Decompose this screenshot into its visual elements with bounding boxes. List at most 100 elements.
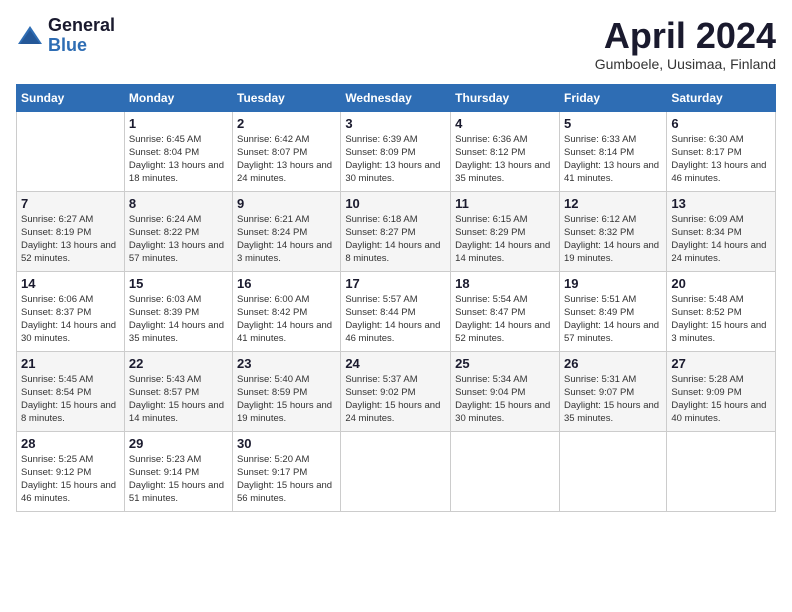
calendar-cell: 6 Sunrise: 6:30 AMSunset: 8:17 PMDaylight… bbox=[667, 111, 776, 191]
calendar-cell: 19 Sunrise: 5:51 AMSunset: 8:49 PMDayligh… bbox=[559, 271, 666, 351]
calendar-cell: 22 Sunrise: 5:43 AMSunset: 8:57 PMDayligh… bbox=[124, 351, 232, 431]
day-info: Sunrise: 6:39 AMSunset: 8:09 PMDaylight:… bbox=[345, 133, 446, 186]
day-number: 1 bbox=[129, 116, 228, 131]
calendar-cell: 10 Sunrise: 6:18 AMSunset: 8:27 PMDayligh… bbox=[341, 191, 451, 271]
logo-icon bbox=[16, 22, 44, 50]
weekday-header-monday: Monday bbox=[124, 84, 232, 111]
weekday-header-wednesday: Wednesday bbox=[341, 84, 451, 111]
calendar-cell: 23 Sunrise: 5:40 AMSunset: 8:59 PMDayligh… bbox=[233, 351, 341, 431]
day-info: Sunrise: 5:51 AMSunset: 8:49 PMDaylight:… bbox=[564, 293, 662, 346]
week-row-2: 7 Sunrise: 6:27 AMSunset: 8:19 PMDaylight… bbox=[17, 191, 776, 271]
weekday-header-thursday: Thursday bbox=[451, 84, 560, 111]
day-info: Sunrise: 6:18 AMSunset: 8:27 PMDaylight:… bbox=[345, 213, 446, 266]
calendar-cell: 27 Sunrise: 5:28 AMSunset: 9:09 PMDayligh… bbox=[667, 351, 776, 431]
calendar-cell: 11 Sunrise: 6:15 AMSunset: 8:29 PMDayligh… bbox=[451, 191, 560, 271]
calendar-cell: 1 Sunrise: 6:45 AMSunset: 8:04 PMDaylight… bbox=[124, 111, 232, 191]
calendar-cell: 8Sunrise: 6:24 AMSunset: 8:22 PMDaylight… bbox=[124, 191, 232, 271]
day-info: Sunrise: 5:28 AMSunset: 9:09 PMDaylight:… bbox=[671, 373, 771, 426]
week-row-5: 28 Sunrise: 5:25 AMSunset: 9:12 PMDayligh… bbox=[17, 431, 776, 511]
day-number: 7 bbox=[21, 196, 120, 211]
day-info: Sunrise: 6:21 AMSunset: 8:24 PMDaylight:… bbox=[237, 213, 336, 266]
day-info: Sunrise: 5:31 AMSunset: 9:07 PMDaylight:… bbox=[564, 373, 662, 426]
day-info: Sunrise: 5:40 AMSunset: 8:59 PMDaylight:… bbox=[237, 373, 336, 426]
day-number: 29 bbox=[129, 436, 228, 451]
logo-general: General bbox=[48, 16, 115, 36]
day-number: 19 bbox=[564, 276, 662, 291]
day-number: 26 bbox=[564, 356, 662, 371]
weekday-header-saturday: Saturday bbox=[667, 84, 776, 111]
day-number: 24 bbox=[345, 356, 446, 371]
calendar-cell: 5Sunrise: 6:33 AMSunset: 8:14 PMDaylight… bbox=[559, 111, 666, 191]
calendar-cell: 25Sunrise: 5:34 AMSunset: 9:04 PMDayligh… bbox=[451, 351, 560, 431]
day-info: Sunrise: 5:20 AMSunset: 9:17 PMDaylight:… bbox=[237, 453, 336, 506]
day-info: Sunrise: 5:45 AMSunset: 8:54 PMDaylight:… bbox=[21, 373, 120, 426]
calendar-cell bbox=[17, 111, 125, 191]
day-number: 2 bbox=[237, 116, 336, 131]
day-info: Sunrise: 5:25 AMSunset: 9:12 PMDaylight:… bbox=[21, 453, 120, 506]
day-info: Sunrise: 6:36 AMSunset: 8:12 PMDaylight:… bbox=[455, 133, 555, 186]
day-number: 12 bbox=[564, 196, 662, 211]
calendar-cell: 15 Sunrise: 6:03 AMSunset: 8:39 PMDayligh… bbox=[124, 271, 232, 351]
calendar-cell bbox=[667, 431, 776, 511]
day-number: 17 bbox=[345, 276, 446, 291]
calendar-cell: 18 Sunrise: 5:54 AMSunset: 8:47 PMDayligh… bbox=[451, 271, 560, 351]
day-info: Sunrise: 6:24 AMSunset: 8:22 PMDaylight:… bbox=[129, 213, 228, 266]
day-number: 10 bbox=[345, 196, 446, 211]
day-info: Sunrise: 6:12 AMSunset: 8:32 PMDaylight:… bbox=[564, 213, 662, 266]
day-number: 14 bbox=[21, 276, 120, 291]
day-info: Sunrise: 6:15 AMSunset: 8:29 PMDaylight:… bbox=[455, 213, 555, 266]
month-title: April 2024 bbox=[595, 16, 776, 56]
weekday-header-sunday: Sunday bbox=[17, 84, 125, 111]
day-info: Sunrise: 6:09 AMSunset: 8:34 PMDaylight:… bbox=[671, 213, 771, 266]
day-number: 18 bbox=[455, 276, 555, 291]
calendar-cell: 21 Sunrise: 5:45 AMSunset: 8:54 PMDayligh… bbox=[17, 351, 125, 431]
day-info: Sunrise: 6:30 AMSunset: 8:17 PMDaylight:… bbox=[671, 133, 771, 186]
week-row-3: 14Sunrise: 6:06 AMSunset: 8:37 PMDayligh… bbox=[17, 271, 776, 351]
day-number: 4 bbox=[455, 116, 555, 131]
calendar-cell: 13Sunrise: 6:09 AMSunset: 8:34 PMDayligh… bbox=[667, 191, 776, 271]
day-info: Sunrise: 6:27 AMSunset: 8:19 PMDaylight:… bbox=[21, 213, 120, 266]
weekday-header-row: SundayMondayTuesdayWednesdayThursdayFrid… bbox=[17, 84, 776, 111]
day-number: 15 bbox=[129, 276, 228, 291]
day-number: 25 bbox=[455, 356, 555, 371]
day-info: Sunrise: 6:45 AMSunset: 8:04 PMDaylight:… bbox=[129, 133, 228, 186]
calendar-cell: 12 Sunrise: 6:12 AMSunset: 8:32 PMDayligh… bbox=[559, 191, 666, 271]
day-info: Sunrise: 5:23 AMSunset: 9:14 PMDaylight:… bbox=[129, 453, 228, 506]
day-info: Sunrise: 5:54 AMSunset: 8:47 PMDaylight:… bbox=[455, 293, 555, 346]
calendar-cell bbox=[341, 431, 451, 511]
calendar-cell: 3 Sunrise: 6:39 AMSunset: 8:09 PMDaylight… bbox=[341, 111, 451, 191]
day-number: 11 bbox=[455, 196, 555, 211]
calendar-cell: 7 Sunrise: 6:27 AMSunset: 8:19 PMDaylight… bbox=[17, 191, 125, 271]
calendar-table: SundayMondayTuesdayWednesdayThursdayFrid… bbox=[16, 84, 776, 512]
day-number: 27 bbox=[671, 356, 771, 371]
calendar-cell: 17Sunrise: 5:57 AMSunset: 8:44 PMDayligh… bbox=[341, 271, 451, 351]
calendar-cell bbox=[451, 431, 560, 511]
day-info: Sunrise: 5:48 AMSunset: 8:52 PMDaylight:… bbox=[671, 293, 771, 346]
calendar-cell: 29 Sunrise: 5:23 AMSunset: 9:14 PMDayligh… bbox=[124, 431, 232, 511]
week-row-4: 21 Sunrise: 5:45 AMSunset: 8:54 PMDayligh… bbox=[17, 351, 776, 431]
calendar-cell: 9Sunrise: 6:21 AMSunset: 8:24 PMDaylight… bbox=[233, 191, 341, 271]
day-number: 28 bbox=[21, 436, 120, 451]
calendar-cell: 16Sunrise: 6:00 AMSunset: 8:42 PMDayligh… bbox=[233, 271, 341, 351]
calendar-cell: 2Sunrise: 6:42 AMSunset: 8:07 PMDaylight… bbox=[233, 111, 341, 191]
calendar-cell: 26 Sunrise: 5:31 AMSunset: 9:07 PMDayligh… bbox=[559, 351, 666, 431]
page-header: General Blue April 2024 Gumboele, Uusima… bbox=[16, 16, 776, 72]
calendar-cell: 30Sunrise: 5:20 AMSunset: 9:17 PMDayligh… bbox=[233, 431, 341, 511]
logo-blue: Blue bbox=[48, 36, 115, 56]
logo-text: General Blue bbox=[48, 16, 115, 56]
day-number: 21 bbox=[21, 356, 120, 371]
logo: General Blue bbox=[16, 16, 115, 56]
day-number: 5 bbox=[564, 116, 662, 131]
day-number: 23 bbox=[237, 356, 336, 371]
day-number: 22 bbox=[129, 356, 228, 371]
day-number: 3 bbox=[345, 116, 446, 131]
title-block: April 2024 Gumboele, Uusimaa, Finland bbox=[595, 16, 776, 72]
day-info: Sunrise: 6:03 AMSunset: 8:39 PMDaylight:… bbox=[129, 293, 228, 346]
day-number: 6 bbox=[671, 116, 771, 131]
calendar-cell: 14Sunrise: 6:06 AMSunset: 8:37 PMDayligh… bbox=[17, 271, 125, 351]
calendar-cell bbox=[559, 431, 666, 511]
day-number: 20 bbox=[671, 276, 771, 291]
calendar-cell: 20 Sunrise: 5:48 AMSunset: 8:52 PMDayligh… bbox=[667, 271, 776, 351]
day-info: Sunrise: 5:43 AMSunset: 8:57 PMDaylight:… bbox=[129, 373, 228, 426]
week-row-1: 1 Sunrise: 6:45 AMSunset: 8:04 PMDaylight… bbox=[17, 111, 776, 191]
